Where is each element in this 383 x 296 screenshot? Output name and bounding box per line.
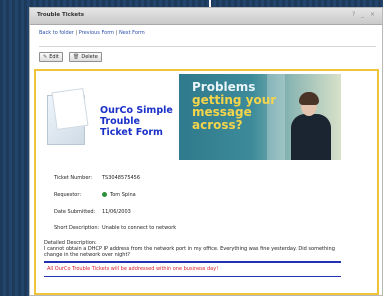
footer-divider: [44, 276, 341, 277]
person-figure-body: [291, 114, 331, 160]
banner-line-3: message: [192, 105, 252, 119]
breadcrumb: Back to folder | Previous Form | Next Fo…: [39, 30, 145, 36]
window-controls[interactable]: ? _ ×: [352, 11, 377, 18]
ticket-number-value: TS3048575456: [102, 175, 141, 181]
document-logo-sheet: [51, 87, 89, 131]
back-to-folder-link[interactable]: Back to folder: [39, 30, 74, 36]
logo-line-3: Ticket Form: [100, 127, 163, 138]
logo-line-2: Trouble: [100, 116, 140, 127]
window-title: Trouble Tickets: [37, 12, 85, 18]
short-description-label: Short Description:: [54, 225, 100, 231]
previous-form-link[interactable]: Previous Form: [79, 30, 114, 36]
delete-button[interactable]: 🗑 Delete: [69, 52, 102, 62]
banner-headline: Problems getting your message across?: [192, 81, 276, 131]
trash-icon: 🗑: [73, 54, 80, 60]
detailed-description-value: I cannot obtain a DHCP IP address from t…: [44, 246, 335, 258]
date-submitted-label: Date Submitted:: [54, 209, 96, 215]
requestor-name: Tom Spina: [110, 192, 136, 198]
banner-line-4: across?: [192, 117, 243, 132]
service-notice: All OurCo Trouble Tickets will be addres…: [47, 266, 219, 272]
form-logo-title: OurCo Simple Trouble Ticket Form: [100, 105, 190, 138]
next-form-link[interactable]: Next Form: [119, 30, 145, 36]
section-divider: [44, 261, 341, 263]
title-bar: Trouble Tickets ? _ ×: [30, 8, 382, 25]
toolbar-divider: [39, 46, 376, 47]
logo-line-1: OurCo Simple: [100, 105, 173, 116]
delete-button-label: Delete: [81, 54, 98, 60]
pencil-icon: ✎: [43, 54, 48, 60]
user-icon: [102, 192, 107, 197]
date-submitted-value: 11/06/2003: [102, 209, 131, 215]
requestor-label: Requestor:: [54, 192, 82, 198]
breadcrumb-separator: |: [75, 30, 78, 36]
edit-button-label: Edit: [49, 54, 59, 60]
person-figure-hair: [299, 92, 319, 105]
short-description-value: Unable to connect to network: [102, 225, 177, 231]
ticket-number-label: Ticket Number:: [54, 175, 93, 181]
problems-banner-image: Problems getting your message across?: [179, 74, 341, 160]
requestor-value[interactable]: Tom Spina: [102, 192, 136, 198]
breadcrumb-separator: |: [115, 30, 118, 36]
edit-button[interactable]: ✎ Edit: [39, 52, 63, 62]
window-connector-line: [209, 0, 211, 7]
banner-line-1: Problems: [192, 80, 256, 94]
